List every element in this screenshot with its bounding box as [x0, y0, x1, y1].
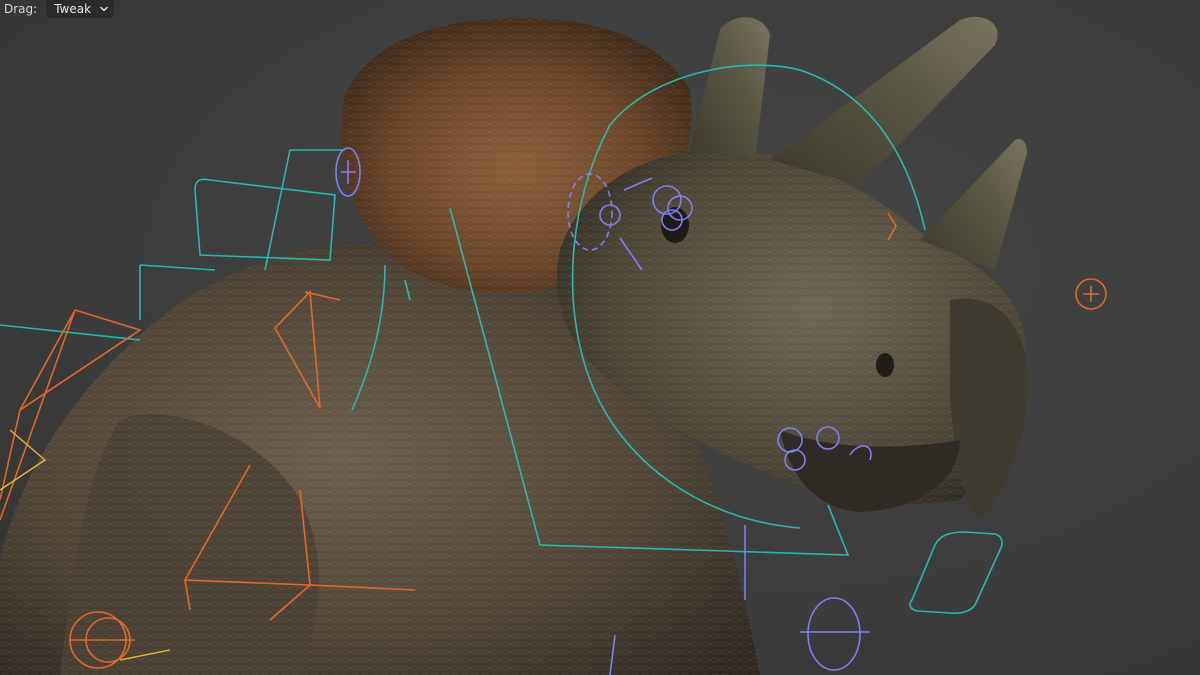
3d-viewport[interactable]: Drag: Tweak — [0, 0, 1200, 675]
triceratops-model[interactable] — [0, 16, 1029, 675]
viewport-canvas[interactable] — [0, 0, 1200, 675]
drag-label: Drag: — [4, 2, 38, 16]
drag-mode-dropdown[interactable]: Tweak — [46, 0, 115, 18]
viewport-header: Drag: Tweak — [0, 0, 1200, 18]
chevron-down-icon — [100, 6, 108, 12]
drag-mode-value: Tweak — [54, 2, 92, 16]
